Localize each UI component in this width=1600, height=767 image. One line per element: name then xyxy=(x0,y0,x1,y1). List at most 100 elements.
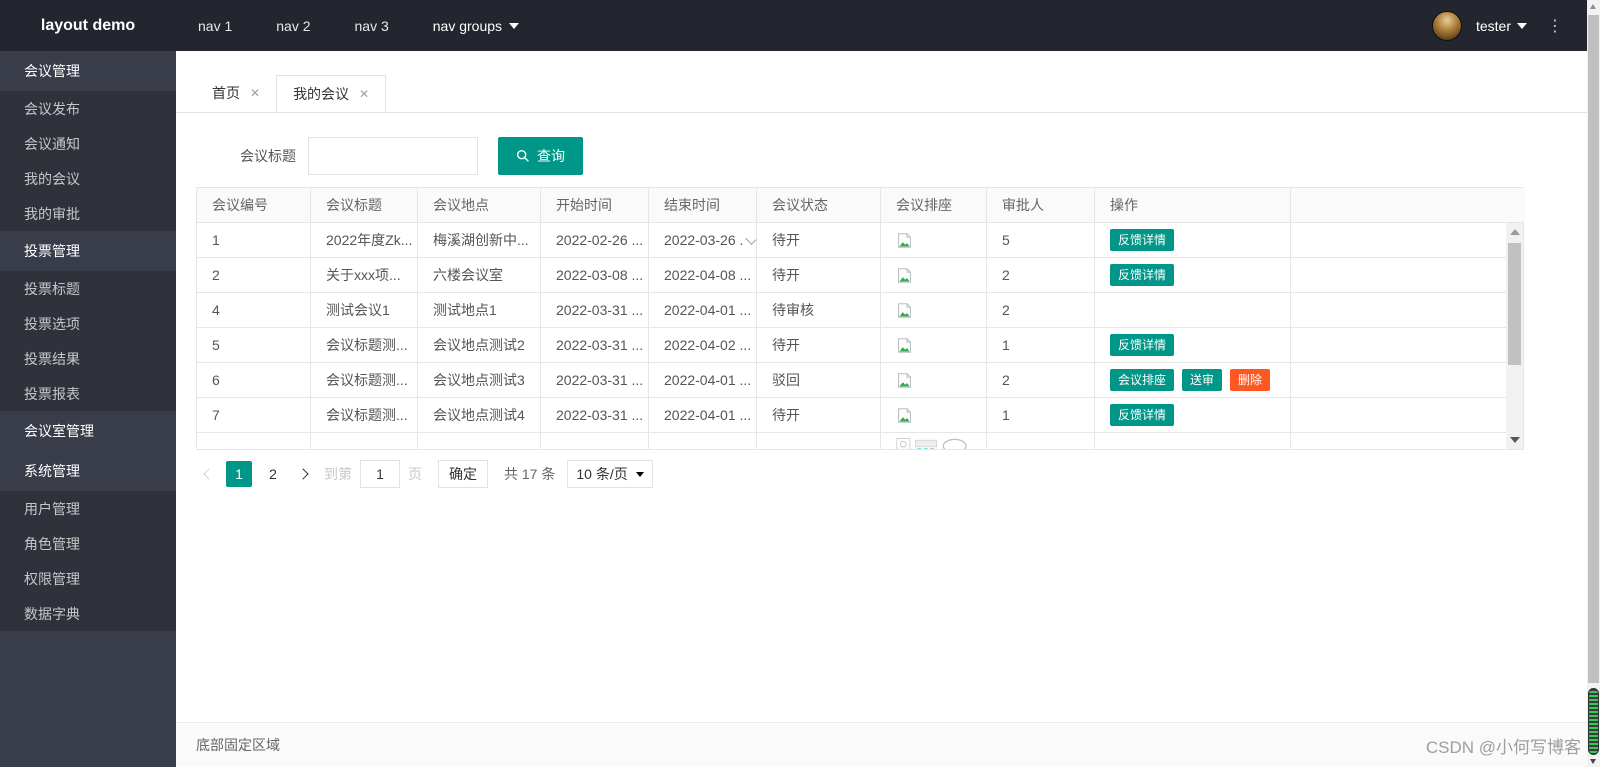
sidebar-item-会议通知[interactable]: 会议通知 xyxy=(0,126,176,161)
per-page-select[interactable]: 10 条/页 xyxy=(567,460,653,488)
action-button-会议排座[interactable]: 会议排座 xyxy=(1110,369,1175,391)
prev-page-button[interactable] xyxy=(196,461,222,487)
sidebar-item-投票结果[interactable]: 投票结果 xyxy=(0,341,176,376)
column-header-会议状态: 会议状态 xyxy=(757,188,881,222)
action-button-送审[interactable]: 送审 xyxy=(1182,369,1223,391)
cell-actions: 反馈详情 xyxy=(1095,258,1291,292)
cell-start-time: 2022-03-31 ... xyxy=(541,293,649,327)
end-time-text: 2022-04-01 ... xyxy=(664,302,752,318)
meeting-title-input[interactable] xyxy=(308,137,478,175)
cell-meeting-id: 4 xyxy=(197,293,311,327)
page-2[interactable]: 2 xyxy=(260,461,286,487)
cell-meeting-place: 测试地点1 xyxy=(418,293,541,327)
goto-page-input[interactable] xyxy=(360,460,400,488)
nav-item-nav-2[interactable]: nav 2 xyxy=(254,0,332,51)
sidebar-item-我的会议[interactable]: 我的会议 xyxy=(0,161,176,196)
cell-partial xyxy=(418,433,541,449)
broken-image-icon xyxy=(898,337,911,353)
nav-item-nav-1[interactable]: nav 1 xyxy=(176,0,254,51)
scroll-up-arrow-icon[interactable] xyxy=(1510,229,1520,235)
cell-end-time: 2022-04-02 ... xyxy=(649,328,757,362)
seating-chart-image xyxy=(896,438,967,449)
sidebar-item-会议发布[interactable]: 会议发布 xyxy=(0,91,176,126)
sidebar-item-会议管理[interactable]: 会议管理 xyxy=(0,51,176,91)
action-button-反馈详情[interactable]: 反馈详情 xyxy=(1110,404,1175,426)
sidebar-item-系统管理[interactable]: 系统管理 xyxy=(0,451,176,491)
sidebar-item-投票管理[interactable]: 投票管理 xyxy=(0,231,176,271)
action-button-删除[interactable]: 删除 xyxy=(1230,369,1271,391)
sidebar-item-会议室管理[interactable]: 会议室管理 xyxy=(0,411,176,451)
close-icon[interactable]: ✕ xyxy=(359,87,369,101)
tab-我的会议[interactable]: 我的会议 ✕ xyxy=(276,75,387,113)
cell-partial xyxy=(649,433,757,449)
action-button-反馈详情[interactable]: 反馈详情 xyxy=(1110,264,1175,286)
sidebar-item-投票选项[interactable]: 投票选项 xyxy=(0,306,176,341)
cell-meeting-place: 会议地点测试3 xyxy=(418,363,541,397)
watermark-text: CSDN @小何写博客 xyxy=(1425,737,1581,757)
cell-meeting-id: 5 xyxy=(197,328,311,362)
sidebar-item-投票标题[interactable]: 投票标题 xyxy=(0,271,176,306)
pagination: 12 到第 页 确定 共 17 条 10 条/页 xyxy=(196,460,1587,488)
table-vertical-scrollbar[interactable] xyxy=(1506,223,1523,449)
sidebar-item-数据字典[interactable]: 数据字典 xyxy=(0,596,176,631)
footer: 底部固定区域 CSDN @小何写博客 xyxy=(176,722,1587,767)
tab-首页[interactable]: 首页 ✕ xyxy=(196,74,277,112)
cell-partial xyxy=(1291,433,1523,449)
action-button-反馈详情[interactable]: 反馈详情 xyxy=(1110,334,1175,356)
nav-right-area: tester ⋮ xyxy=(1431,10,1587,41)
cell-partial xyxy=(311,433,418,449)
cell-actions xyxy=(1095,293,1291,327)
scroll-up-arrow-icon[interactable] xyxy=(1590,4,1596,9)
cell-meeting-id: 1 xyxy=(197,223,311,257)
cell-partial xyxy=(1095,433,1291,449)
cell-start-time: 2022-03-31 ... xyxy=(541,363,649,397)
cell-empty xyxy=(1291,223,1523,257)
cell-status: 待开 xyxy=(757,223,881,257)
cell-start-time: 2022-03-31 ... xyxy=(541,398,649,432)
close-icon[interactable]: ✕ xyxy=(250,86,260,100)
sidebar-item-权限管理[interactable]: 权限管理 xyxy=(0,561,176,596)
action-button-反馈详情[interactable]: 反馈详情 xyxy=(1110,229,1175,251)
sidebar-item-投票报表[interactable]: 投票报表 xyxy=(0,376,176,411)
cell-seat-image xyxy=(881,328,987,362)
cell-status: 待开 xyxy=(757,398,881,432)
next-page-button[interactable] xyxy=(290,461,316,487)
scroll-down-arrow-icon[interactable] xyxy=(1510,437,1520,443)
cell-meeting-id: 7 xyxy=(197,398,311,432)
sidebar-item-我的审批[interactable]: 我的审批 xyxy=(0,196,176,231)
cell-status: 待开 xyxy=(757,258,881,292)
table-row-2: 2 关于xxx项... 六楼会议室 2022-03-08 ... 2022-04-08 … xyxy=(197,258,1523,293)
scroll-down-arrow-icon[interactable] xyxy=(1590,759,1596,764)
browser-scrollbar-thumb[interactable] xyxy=(1588,15,1599,683)
table-header-row: 会议编号 会议标题 会议地点 开始时间 结束时间 会议状态 会议排座 审批人 操作 xyxy=(197,188,1525,223)
cell-meeting-title: 2022年度Zk... xyxy=(311,223,418,257)
end-time-text: 2022-04-02 ... xyxy=(664,337,752,353)
user-avatar[interactable] xyxy=(1431,10,1462,41)
sidebar-item-用户管理[interactable]: 用户管理 xyxy=(0,491,176,526)
column-header-会议地点: 会议地点 xyxy=(418,188,541,222)
confirm-button[interactable]: 确定 xyxy=(438,460,488,488)
cell-actions: 反馈详情 xyxy=(1095,223,1291,257)
scrollbar-thumb[interactable] xyxy=(1508,243,1521,365)
chevron-down-icon[interactable] xyxy=(745,231,756,245)
chevron-down-icon xyxy=(1517,22,1527,29)
user-menu[interactable]: tester xyxy=(1476,18,1527,34)
total-count-label: 共 17 条 xyxy=(504,466,556,482)
cell-empty xyxy=(1291,328,1523,362)
more-options-icon[interactable]: ⋮ xyxy=(1541,16,1569,36)
browser-scrollbar[interactable] xyxy=(1587,0,1600,767)
broken-image-icon xyxy=(898,302,911,318)
meetings-table: 会议编号 会议标题 会议地点 开始时间 结束时间 会议状态 会议排座 审批人 操作 1 2022年… xyxy=(196,187,1525,450)
nav-groups-dropdown[interactable]: nav groups xyxy=(411,0,541,51)
search-icon xyxy=(516,149,529,162)
nav-item-nav-3[interactable]: nav 3 xyxy=(333,0,411,51)
cell-end-time: 2022-04-08 ... xyxy=(649,258,757,292)
cell-status: 驳回 xyxy=(757,363,881,397)
cell-seat-image xyxy=(881,363,987,397)
cell-approver: 2 xyxy=(987,258,1095,292)
end-time-text: 2022-04-01 ... xyxy=(664,407,752,423)
page-1[interactable]: 1 xyxy=(226,461,252,487)
query-button[interactable]: 查询 xyxy=(498,137,583,175)
sidebar-item-角色管理[interactable]: 角色管理 xyxy=(0,526,176,561)
tab-bar: 首页 ✕ 我的会议 ✕ xyxy=(176,74,1587,113)
